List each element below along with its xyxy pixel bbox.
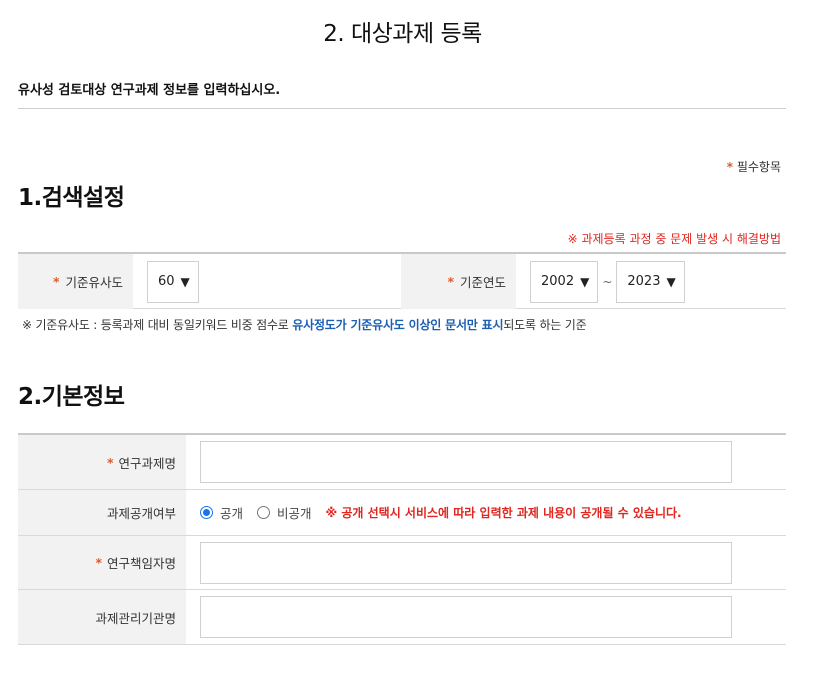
year-label: 기준연도 (459, 275, 506, 290)
agency-input[interactable] (200, 596, 732, 638)
note-suffix: 되도록 하는 기준 (503, 318, 587, 332)
dropdown-arrow-icon: ▼ (580, 274, 590, 289)
required-star-icon: * (106, 454, 114, 470)
note-highlight: 유사정도가 기준유사도 이상인 문서만 표시 (292, 318, 504, 332)
public-label-cell: 과제공개여부 (18, 490, 186, 535)
required-star-icon: * (52, 274, 60, 289)
table-row: * 연구책임자명 (18, 536, 786, 590)
researcher-label: 연구책임자명 (106, 556, 176, 571)
section-title-search: 1.검색설정 (18, 185, 125, 211)
similarity-select[interactable]: 60 ▼ (147, 260, 199, 303)
public-radio[interactable]: 공개 (200, 503, 243, 522)
required-star-icon: * (726, 160, 733, 174)
agency-label-cell: 과제관리기관명 (18, 590, 186, 644)
year-to-select[interactable]: 2023 ▼ (616, 260, 685, 303)
page-title: 2. 대상과제 등록 (323, 21, 482, 47)
similarity-label-cell: * 기준유사도 (18, 254, 133, 309)
year-from-select[interactable]: 2002 ▼ (530, 260, 599, 303)
year-label-cell: * 기준연도 (401, 254, 516, 309)
public-label: 과제공개여부 (106, 506, 176, 521)
dropdown-arrow-icon: ▼ (180, 274, 190, 289)
private-radio-label: 비공개 (277, 506, 312, 521)
radio-unchecked-icon (257, 506, 271, 519)
year-range-separator: ~ (602, 274, 613, 289)
dropdown-arrow-icon: ▼ (666, 274, 676, 289)
agency-label: 과제관리기관명 (95, 610, 176, 626)
required-star-icon: * (95, 555, 102, 570)
public-radio-label: 공개 (220, 506, 244, 521)
public-value-cell: 공개 비공개 ※ 공개 선택시 서비스에 따라 입력한 과제 내용이 공개될 수… (186, 490, 786, 535)
project-name-label-cell: * 연구과제명 (18, 435, 186, 489)
table-row: 과제공개여부 공개 비공개 ※ 공개 선택시 서비스에 따라 입력한 과제 내용… (18, 490, 786, 536)
similarity-value-cell: 60 ▼ (133, 254, 401, 309)
similarity-selected-value: 60 (158, 274, 175, 289)
project-name-input[interactable] (200, 441, 732, 483)
similarity-label: 기준유사도 (65, 275, 123, 290)
radio-checked-icon (200, 506, 213, 519)
note-prefix: ※ 기준유사도 : 등록과제 대비 동일키워드 비중 점수로 (22, 318, 293, 332)
year-to-value: 2023 (627, 274, 661, 289)
project-name-label: 연구과제명 (118, 455, 176, 471)
year-value-cell: 2002 ▼ ~ 2023 ▼ (516, 254, 786, 309)
table-row: * 연구과제명 (18, 435, 786, 490)
basic-info-table: * 연구과제명 과제공개여부 공개 비공개 ※ 공개 선택시 서비스에 따라 입… (18, 433, 786, 645)
required-legend-label: 필수항목 (736, 160, 781, 174)
table-row: 과제관리기관명 (18, 590, 786, 645)
public-warning: ※ 공개 선택시 서비스에 따라 입력한 과제 내용이 공개될 수 있습니다. (325, 506, 682, 520)
required-legend: * 필수항목 (727, 158, 781, 175)
search-settings-table: * 기준유사도 60 ▼ * 기준연도 2002 ▼ ~ 2023 ▼ (18, 252, 786, 309)
troubleshoot-link[interactable]: ※ 과제등록 과정 중 문제 발생 시 해결방법 (568, 230, 781, 247)
project-name-value-cell (186, 435, 786, 489)
intro-text: 유사성 검토대상 연구과제 정보를 입력하십시오. (18, 83, 281, 98)
year-from-value: 2002 (541, 274, 575, 289)
divider (18, 108, 786, 109)
required-star-icon: * (447, 274, 454, 289)
researcher-input[interactable] (200, 541, 732, 584)
similarity-note: ※ 기준유사도 : 등록과제 대비 동일키워드 비중 점수로 유사정도가 기준유… (22, 316, 587, 333)
researcher-label-cell: * 연구책임자명 (18, 536, 186, 589)
private-radio[interactable]: 비공개 (257, 503, 312, 522)
agency-value-cell (186, 590, 786, 644)
researcher-value-cell (186, 536, 786, 589)
section-title-basic-info: 2.기본정보 (18, 384, 125, 410)
